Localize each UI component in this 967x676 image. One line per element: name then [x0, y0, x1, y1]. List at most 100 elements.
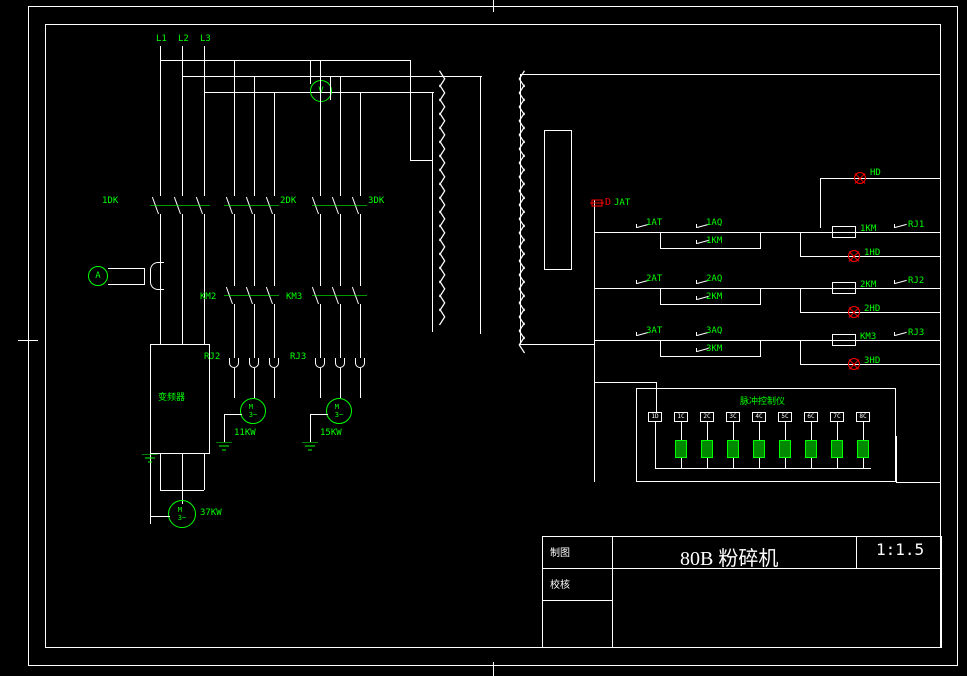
- label-1hd: 1HD: [864, 248, 880, 258]
- drop-2dk-a: [234, 60, 235, 196]
- ammeter: A: [88, 266, 108, 286]
- sec-left-bus: [520, 74, 521, 344]
- ground-icon-m2: [216, 442, 232, 454]
- bus-3dk-a-down: [320, 214, 321, 286]
- bus-2dk-c-down: [274, 214, 275, 286]
- m3-a: [320, 368, 321, 398]
- pulse-valve-7: [831, 440, 843, 458]
- pt-v3: [733, 422, 734, 440]
- pulse-in-ah: [594, 382, 657, 383]
- secondary-block: [544, 130, 572, 270]
- m2-c: [274, 368, 275, 398]
- drop-3dk-b: [340, 76, 341, 196]
- tap1: [160, 60, 410, 61]
- label-2at: 2AT: [646, 274, 662, 284]
- m1-c: [204, 454, 205, 490]
- transformer-primary-coil: 〉〉〉〉〉〉〉〉〉〉〉〉〉〉〉〉〉〉: [438, 74, 454, 326]
- rj3-heater-b: [335, 358, 345, 368]
- pulse-in-a: [656, 382, 657, 412]
- ct-lead-top: [108, 268, 144, 269]
- pulse-valve-1: [675, 440, 687, 458]
- tb-label-row1: 制图: [550, 544, 570, 559]
- lamp-2hd: [848, 306, 860, 318]
- pulse-term-7: 7C: [830, 412, 844, 422]
- jat-fuse-icon: [590, 196, 604, 210]
- m3-c: [360, 368, 361, 398]
- drop-3dk-a: [320, 60, 321, 196]
- m3-b: [340, 368, 341, 398]
- label-2km-aux: 2KM: [706, 292, 722, 302]
- contact-rj1: [894, 224, 908, 234]
- pr-v6: [811, 458, 812, 469]
- label-3aq: 3AQ: [706, 326, 722, 336]
- switch-3dk-link: [312, 205, 367, 206]
- drawing-scale: 1:1.5: [876, 540, 924, 559]
- xfmr-p2: [432, 92, 433, 332]
- label-rj2-ctrl: RJ2: [908, 276, 924, 286]
- m2-a: [234, 368, 235, 398]
- bus-3dk-b-down: [340, 214, 341, 286]
- pr-v1: [681, 458, 682, 469]
- bus-3dk-c-down: [360, 214, 361, 286]
- tb-row2: [542, 600, 612, 601]
- pr-v3: [733, 458, 734, 469]
- label-1at: 1AT: [646, 218, 662, 228]
- hd-drop: [820, 178, 821, 228]
- row1-aux-wire: [660, 248, 760, 249]
- m1-gnd-h: [150, 516, 170, 517]
- bus-l2: [182, 46, 183, 196]
- m3-gnd-h: [310, 414, 328, 415]
- label-3km-aux: 3KM: [706, 344, 722, 354]
- motor-m1: M3~: [168, 500, 196, 528]
- label-hd: HD: [870, 168, 881, 178]
- row1-aux-r: [760, 232, 761, 249]
- label-l3: L3: [200, 34, 211, 44]
- row3-aux-wire: [660, 356, 760, 357]
- bus-l1: [160, 46, 161, 196]
- rj3-c-down: [360, 304, 361, 358]
- pulse-out-rbus: [896, 482, 941, 483]
- bus-2dk-a-down: [234, 214, 235, 286]
- ground-icon-m3: [302, 442, 318, 454]
- label-1dk: 1DK: [102, 196, 118, 206]
- ct-lead-v: [144, 268, 145, 285]
- label-jat: JAT: [614, 198, 630, 208]
- rj3-b-down: [340, 304, 341, 358]
- label-m2-kw: 11KW: [234, 428, 256, 438]
- pr-v4: [759, 458, 760, 469]
- rj2-c-down: [274, 304, 275, 358]
- label-1km-coil: 1KM: [860, 224, 876, 234]
- pr-v7: [837, 458, 838, 469]
- pulse-valve-4: [753, 440, 765, 458]
- row2-aux-l: [660, 288, 661, 305]
- motor-m2: M3~: [240, 398, 266, 424]
- label-km3-coil: KM3: [860, 332, 876, 342]
- label-d: D: [605, 197, 611, 208]
- bus-2dk-b-down: [254, 214, 255, 286]
- pulse-return: [655, 468, 871, 469]
- pt-v0: [655, 422, 656, 440]
- label-2aq: 2AQ: [706, 274, 722, 284]
- ctrl-right-bus: [940, 74, 941, 482]
- center-mark-bottom: [493, 662, 494, 676]
- lamp-3hd: [848, 358, 860, 370]
- label-pulse-controller: 脉冲控制仪: [740, 394, 785, 407]
- label-km2: KM2: [200, 292, 216, 302]
- pulse-term-8: 8C: [856, 412, 870, 422]
- tb-label-row2: 校核: [550, 576, 570, 591]
- tb-col2: [856, 536, 857, 568]
- xfmr-pj: [410, 160, 432, 161]
- drop-vm-a: [310, 60, 311, 84]
- pulse-valve-3: [727, 440, 739, 458]
- pulse-term-5: 5C: [778, 412, 792, 422]
- rj3-heater-c: [355, 358, 365, 368]
- pt-v8: [863, 422, 864, 440]
- label-m3-kw: 15KW: [320, 428, 342, 438]
- label-2dk: 2DK: [280, 196, 296, 206]
- rj3-a-down: [320, 304, 321, 358]
- row2-aux-wire: [660, 304, 760, 305]
- label-2hd: 2HD: [864, 304, 880, 314]
- label-rj3-ctrl: RJ3: [908, 328, 924, 338]
- label-1km-aux: 1KM: [706, 236, 722, 246]
- m2-gnd-h: [224, 414, 242, 415]
